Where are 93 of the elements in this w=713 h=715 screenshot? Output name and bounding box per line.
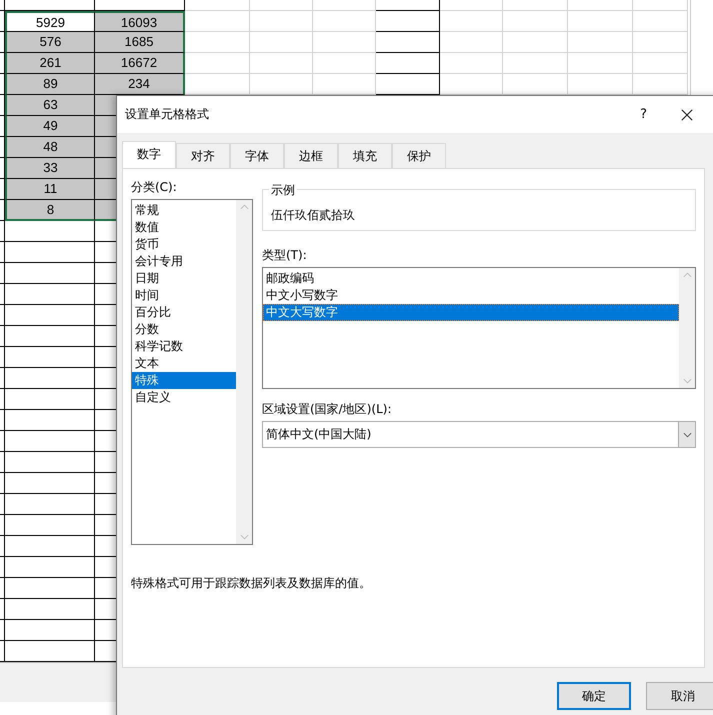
list-item[interactable]: 常规: [132, 202, 236, 219]
table-cell[interactable]: [5, 263, 95, 284]
list-item[interactable]: 特殊: [132, 372, 236, 389]
table-cell[interactable]: 63: [5, 95, 95, 116]
tab[interactable]: 边框: [284, 143, 338, 168]
list-item[interactable]: 文本: [132, 355, 236, 372]
sample-value: 伍仟玖佰贰拾玖: [271, 207, 355, 224]
table-cell[interactable]: 576: [5, 32, 95, 53]
list-item[interactable]: 百分比: [132, 304, 236, 321]
cancel-button[interactable]: 取消: [646, 682, 713, 710]
type-list[interactable]: 邮政编码 中文小写数字 中文大写数字: [262, 267, 696, 389]
locale-label: 区域设置(国家/地区)(L):: [262, 401, 392, 418]
tab[interactable]: 数字: [122, 141, 176, 168]
list-item[interactable]: 会计专用: [132, 253, 236, 270]
table-cell[interactable]: 11: [5, 179, 95, 200]
table-cell[interactable]: [0, 326, 5, 347]
table-cell[interactable]: [5, 620, 95, 641]
table-cell[interactable]: [0, 368, 5, 389]
table-cell[interactable]: [0, 599, 5, 620]
list-item[interactable]: 邮政编码: [263, 270, 679, 287]
table-cell[interactable]: [0, 305, 5, 326]
table-cell[interactable]: [5, 326, 95, 347]
table-cell[interactable]: [0, 284, 5, 305]
help-button[interactable]: ?: [640, 107, 647, 122]
close-icon[interactable]: [681, 108, 693, 120]
list-item[interactable]: 中文大写数字: [263, 304, 679, 321]
table-cell[interactable]: [5, 431, 95, 452]
chevron-down-icon: [682, 432, 692, 438]
table-cell[interactable]: [5, 284, 95, 305]
table-cell[interactable]: [0, 221, 5, 242]
dialog-title: 设置单元格格式: [125, 106, 210, 123]
category-label: 分类(C):: [131, 179, 178, 196]
table-cell[interactable]: 48: [5, 137, 95, 158]
table-cell[interactable]: [5, 410, 95, 431]
description-text: 特殊格式可用于跟踪数据列表及数据库的值。: [131, 575, 372, 592]
table-cell[interactable]: [0, 557, 5, 578]
table-cell[interactable]: [5, 389, 95, 410]
table-cell[interactable]: 234: [95, 74, 185, 95]
table-cell[interactable]: [5, 557, 95, 578]
table-cell[interactable]: [5, 452, 95, 473]
tab[interactable]: 对齐: [176, 143, 230, 168]
table-cell[interactable]: [0, 494, 5, 515]
table-cell[interactable]: 1685: [95, 32, 185, 53]
table-cell[interactable]: [0, 620, 5, 641]
table-cell[interactable]: [5, 221, 95, 242]
table-cell[interactable]: [0, 473, 5, 494]
table-cell[interactable]: 8: [5, 200, 95, 221]
list-item[interactable]: 货币: [132, 236, 236, 253]
table-cell[interactable]: 49: [5, 116, 95, 137]
list-item[interactable]: 分数: [132, 321, 236, 338]
type-label: 类型(T):: [262, 247, 308, 264]
table-cell[interactable]: [0, 578, 5, 599]
table-cell[interactable]: [376, 11, 440, 32]
table-cell[interactable]: [0, 452, 5, 473]
list-item[interactable]: 中文小写数字: [263, 287, 679, 304]
list-item[interactable]: 数值: [132, 219, 236, 236]
table-cell[interactable]: [0, 242, 5, 263]
table-cell[interactable]: [5, 473, 95, 494]
table-cell[interactable]: [0, 431, 5, 452]
tab[interactable]: 字体: [230, 143, 284, 168]
list-item[interactable]: 科学记数: [132, 338, 236, 355]
table-cell[interactable]: [376, 53, 440, 74]
table-cell[interactable]: [5, 494, 95, 515]
table-cell[interactable]: [0, 515, 5, 536]
table-cell[interactable]: 5929: [5, 11, 95, 32]
table-cell[interactable]: [5, 368, 95, 389]
table-cell[interactable]: [5, 599, 95, 620]
table-cell[interactable]: 33: [5, 158, 95, 179]
table-cell[interactable]: 261: [5, 53, 95, 74]
list-item[interactable]: 时间: [132, 287, 236, 304]
locale-dropdown[interactable]: 简体中文(中国大陆): [262, 421, 696, 448]
table-cell[interactable]: [0, 389, 5, 410]
list-item[interactable]: 自定义: [132, 389, 236, 406]
table-cell[interactable]: 16672: [95, 53, 185, 74]
table-cell[interactable]: 16093: [95, 11, 185, 32]
category-list[interactable]: 常规 数值 货币 会计专用 日期 时间 百分比 分数 科学记数 文本 特殊 自定义: [131, 199, 253, 545]
sample-label: 示例: [269, 182, 297, 199]
table-cell[interactable]: [5, 578, 95, 599]
tab[interactable]: 填充: [338, 143, 392, 168]
table-cell[interactable]: [5, 347, 95, 368]
table-cell[interactable]: [5, 536, 95, 557]
table-cell[interactable]: [5, 305, 95, 326]
table-cell[interactable]: [0, 347, 5, 368]
list-item[interactable]: 日期: [132, 270, 236, 287]
table-cell[interactable]: [5, 242, 95, 263]
table-cell[interactable]: 89: [5, 74, 95, 95]
table-cell[interactable]: [376, 32, 440, 53]
table-cell[interactable]: [0, 263, 5, 284]
table-cell[interactable]: [0, 536, 5, 557]
tab[interactable]: 保护: [392, 143, 446, 168]
ok-button[interactable]: 确定: [557, 682, 631, 710]
table-cell[interactable]: [0, 410, 5, 431]
table-cell[interactable]: [5, 515, 95, 536]
